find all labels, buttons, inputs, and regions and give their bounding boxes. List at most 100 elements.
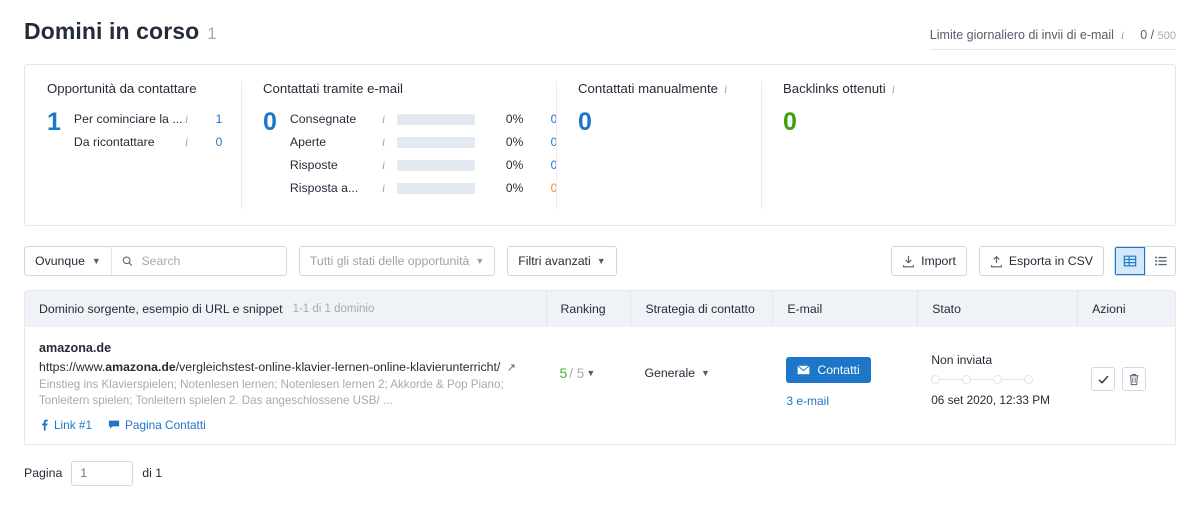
ranking-value[interactable]: 5 / 5 ▼ bbox=[560, 365, 596, 381]
domains-table: Dominio sorgente, esempio di URL e snipp… bbox=[24, 290, 1176, 445]
step-line bbox=[940, 378, 963, 381]
column-header-status: Stato bbox=[917, 291, 1077, 327]
info-icon[interactable]: i bbox=[892, 83, 895, 95]
row-count: 0 bbox=[550, 181, 558, 195]
daily-email-limit: Limite giornaliero di invii di e-mail i … bbox=[929, 28, 1176, 50]
column-header-actions: Azioni bbox=[1077, 291, 1175, 327]
page-root: Domini in corso 1 Limite giornaliero di … bbox=[0, 0, 1200, 513]
step-dot bbox=[993, 375, 1003, 384]
title-wrap: Domini in corso 1 bbox=[24, 18, 217, 45]
info-icon[interactable]: i bbox=[724, 83, 727, 95]
stat-title-email-contacted: Contattati tramite e-mail bbox=[263, 81, 403, 96]
external-link-icon[interactable]: ↗ bbox=[507, 362, 516, 374]
info-icon[interactable]: i bbox=[185, 113, 188, 125]
advanced-filters-label: Filtri avanzati bbox=[518, 254, 591, 268]
list-view-icon bbox=[1154, 256, 1167, 266]
cell-status: Non inviata 06 set 2020, 12:33 PM bbox=[917, 341, 1077, 432]
info-icon[interactable]: i bbox=[1121, 29, 1124, 41]
check-icon bbox=[1098, 375, 1109, 384]
list-item: Risposte i 0% 0 bbox=[290, 158, 557, 172]
import-label: Import bbox=[921, 254, 956, 268]
row-percent: 0% bbox=[505, 158, 524, 172]
progress-bar bbox=[397, 136, 476, 148]
info-icon[interactable]: i bbox=[382, 113, 385, 125]
daily-email-limit-label: Limite giornaliero di invii di e-mail bbox=[929, 28, 1114, 42]
action-buttons bbox=[1091, 367, 1161, 391]
envelope-icon bbox=[797, 365, 810, 375]
status-badge: Non inviata bbox=[931, 353, 993, 367]
list-item: Risposta a... i 0% 0 bbox=[290, 181, 557, 195]
contact-page-link[interactable]: Pagina Contatti bbox=[108, 418, 206, 432]
domain-url[interactable]: https://www.amazona.de/vergleichstest-on… bbox=[39, 360, 532, 374]
chevron-down-icon: ▼ bbox=[596, 256, 606, 266]
export-csv-label: Esporta in CSV bbox=[1008, 254, 1093, 268]
cell-domain: amazona.de https://www.amazona.de/vergle… bbox=[25, 341, 546, 432]
result-count: 1-1 di 1 dominio bbox=[292, 303, 375, 315]
pagination-label: Pagina bbox=[24, 466, 63, 481]
daily-email-limit-value: 0 / 500 bbox=[1140, 28, 1176, 42]
row-label: Per cominciare la ... bbox=[73, 112, 183, 126]
info-icon[interactable]: i bbox=[382, 182, 385, 194]
search-field[interactable] bbox=[112, 247, 286, 275]
info-icon[interactable]: i bbox=[382, 159, 385, 171]
import-icon bbox=[903, 255, 915, 267]
column-header-strategy: Strategia di contatto bbox=[630, 291, 772, 327]
advanced-filters-dropdown[interactable]: Filtri avanzati ▼ bbox=[507, 246, 617, 276]
row-label: Risposta a... bbox=[289, 181, 359, 195]
page-title-count: 1 bbox=[207, 24, 217, 43]
table-row: amazona.de https://www.amazona.de/vergle… bbox=[25, 327, 1175, 445]
status-filter-dropdown[interactable]: Tutti gli stati delle opportunità ▼ bbox=[298, 246, 496, 276]
grid-view-icon bbox=[1123, 255, 1137, 267]
progress-bar bbox=[397, 159, 476, 171]
chevron-down-icon: ▼ bbox=[91, 256, 101, 266]
delete-button[interactable] bbox=[1122, 367, 1147, 391]
scope-dropdown[interactable]: Ovunque ▼ bbox=[25, 247, 112, 275]
grid-view-button[interactable] bbox=[1115, 247, 1145, 275]
stat-title-text: Backlinks ottenuti bbox=[783, 81, 886, 96]
row-label: Consegnate bbox=[289, 112, 357, 126]
column-header-ranking: Ranking bbox=[545, 291, 631, 327]
search-input[interactable] bbox=[139, 253, 276, 269]
facebook-link[interactable]: Link #1 bbox=[39, 418, 92, 432]
column-header-email: E-mail bbox=[772, 291, 917, 327]
view-toggle-group bbox=[1114, 246, 1176, 276]
pagination: Pagina di 1 bbox=[24, 460, 1176, 486]
progress-bar bbox=[397, 113, 476, 125]
cell-email: Contatti 3 e-mail bbox=[772, 341, 917, 432]
url-prefix: https://www. bbox=[39, 360, 106, 374]
page-number-input[interactable] bbox=[71, 460, 134, 486]
step-dot bbox=[931, 375, 941, 384]
email-contacted-total: 0 bbox=[263, 108, 277, 136]
stat-card-opportunities: Opportunità da contattare 1 Per comincia… bbox=[25, 65, 241, 225]
page-header: Domini in corso 1 Limite giornaliero di … bbox=[24, 0, 1176, 64]
row-percent: 0% bbox=[505, 135, 524, 149]
domain-name: amazona.de bbox=[39, 341, 112, 355]
list-item: Aperte i 0% 0 bbox=[290, 135, 557, 149]
manual-contacted-total: 0 bbox=[578, 108, 592, 136]
email-count-link[interactable]: 3 e-mail bbox=[786, 394, 903, 408]
facebook-link-label: Link #1 bbox=[54, 417, 93, 432]
stat-title-text: Contattati manualmente bbox=[578, 81, 719, 96]
import-button[interactable]: Import bbox=[891, 246, 967, 276]
stat-title-opportunities: Opportunità da contattare bbox=[47, 81, 197, 96]
stat-body-email-contacted: 0 Consegnate i 0% 0 Aperte i 0% 0 Rispos… bbox=[263, 108, 557, 196]
chevron-down-icon: ▼ bbox=[586, 368, 596, 378]
stat-title-manual-contacted: Contattati manualmente i bbox=[578, 81, 741, 96]
mark-done-button[interactable] bbox=[1091, 367, 1116, 391]
strategy-dropdown[interactable]: Generale ▼ bbox=[644, 366, 710, 380]
backlinks-total: 0 bbox=[783, 108, 797, 136]
ranking-score: 5 bbox=[559, 365, 568, 381]
info-icon[interactable]: i bbox=[382, 136, 385, 148]
row-percent: 0% bbox=[505, 112, 524, 126]
export-csv-button[interactable]: Esporta in CSV bbox=[978, 246, 1104, 276]
contact-button[interactable]: Contatti bbox=[786, 357, 871, 383]
url-path: /vergleichstest-online-klavier-lernen-on… bbox=[175, 360, 501, 374]
stat-body-opportunities: 1 Per cominciare la ... i 1 Da ricontatt… bbox=[47, 108, 222, 150]
opportunities-rows: Per cominciare la ... i 1 Da ricontattar… bbox=[74, 110, 222, 149]
opportunities-total: 1 bbox=[47, 108, 61, 136]
cell-strategy: Generale ▼ bbox=[630, 341, 772, 432]
facebook-icon bbox=[42, 419, 48, 431]
scope-dropdown-label: Ovunque bbox=[35, 254, 85, 268]
list-view-button[interactable] bbox=[1145, 247, 1175, 275]
info-icon[interactable]: i bbox=[185, 136, 188, 148]
